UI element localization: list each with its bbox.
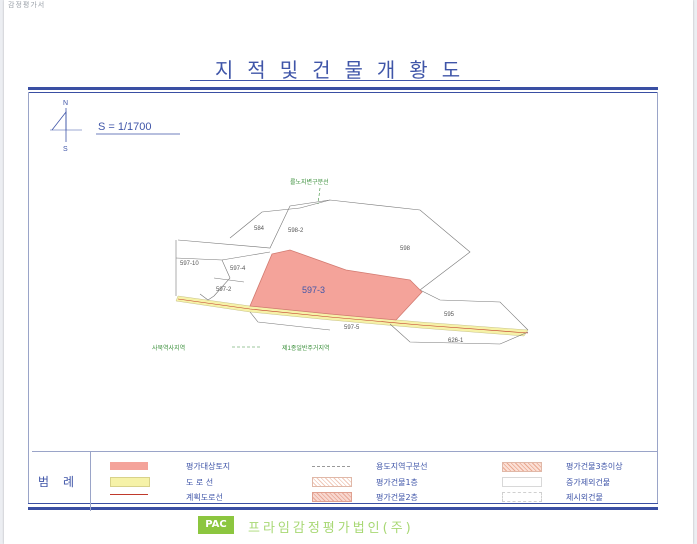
legend-swatch-excl: [502, 477, 542, 487]
legend-swatch-subject: [110, 462, 148, 470]
legend-label-excl: 증가제외건물: [566, 478, 611, 487]
label-lot-597-4: 597-4: [230, 266, 246, 272]
legend-swatch-zoneline: [312, 466, 350, 467]
legend-swatch-plan: [110, 494, 148, 495]
south-label: S: [63, 146, 68, 153]
legend-label-road: 도 로 선: [186, 478, 214, 487]
label-road-top: 를노지변구분선: [290, 178, 329, 186]
north-arrow-icon: [50, 108, 82, 142]
legend-label-zoneline: 용도지역구분선: [376, 462, 428, 471]
label-lot-626-1: 626-1: [448, 338, 464, 344]
legend-swatch-road: [110, 477, 150, 487]
label-zone-note: 제1종일반주거지역: [282, 344, 330, 352]
legend-top-rule: [32, 451, 658, 452]
scale-label: S = 1/1700: [98, 121, 152, 133]
legend-heading: 범례: [38, 475, 89, 489]
label-lot-597-2: 597-2: [216, 287, 232, 293]
legend-swatch-bldg3: [502, 462, 542, 472]
legend-label-bldg2: 평가건물2층: [376, 493, 418, 502]
legend-swatch-bldg1: [312, 477, 352, 487]
label-lot-595: 595: [444, 312, 455, 318]
label-lot-597-10: 597-10: [180, 261, 199, 267]
label-lot-597-3: 597-3: [302, 285, 325, 295]
label-station: 사북역사지역: [152, 344, 185, 352]
legend-label-subject: 평가대상토지: [186, 462, 231, 471]
legend-swatch-extra: [502, 492, 542, 502]
legend-label-bldg3: 평가건물3층이상: [566, 462, 623, 471]
legend-label-bldg1: 평가건물1층: [376, 478, 418, 487]
company-name: 프라임감정평가법인(주): [248, 521, 414, 536]
legend-divider: [90, 451, 91, 511]
label-lot-584: 584: [254, 226, 265, 232]
legend-swatch-bldg2: [312, 492, 352, 502]
label-lot-598: 598: [400, 246, 411, 252]
label-lot-598-2: 598-2: [288, 228, 304, 234]
legend-label-plan: 계획도로선: [186, 493, 223, 502]
north-label: N: [63, 100, 68, 107]
company-logo: PAC: [198, 516, 234, 534]
legend-label-extra: 제시외건물: [566, 493, 603, 502]
label-lot-597-5: 597-5: [344, 325, 360, 331]
